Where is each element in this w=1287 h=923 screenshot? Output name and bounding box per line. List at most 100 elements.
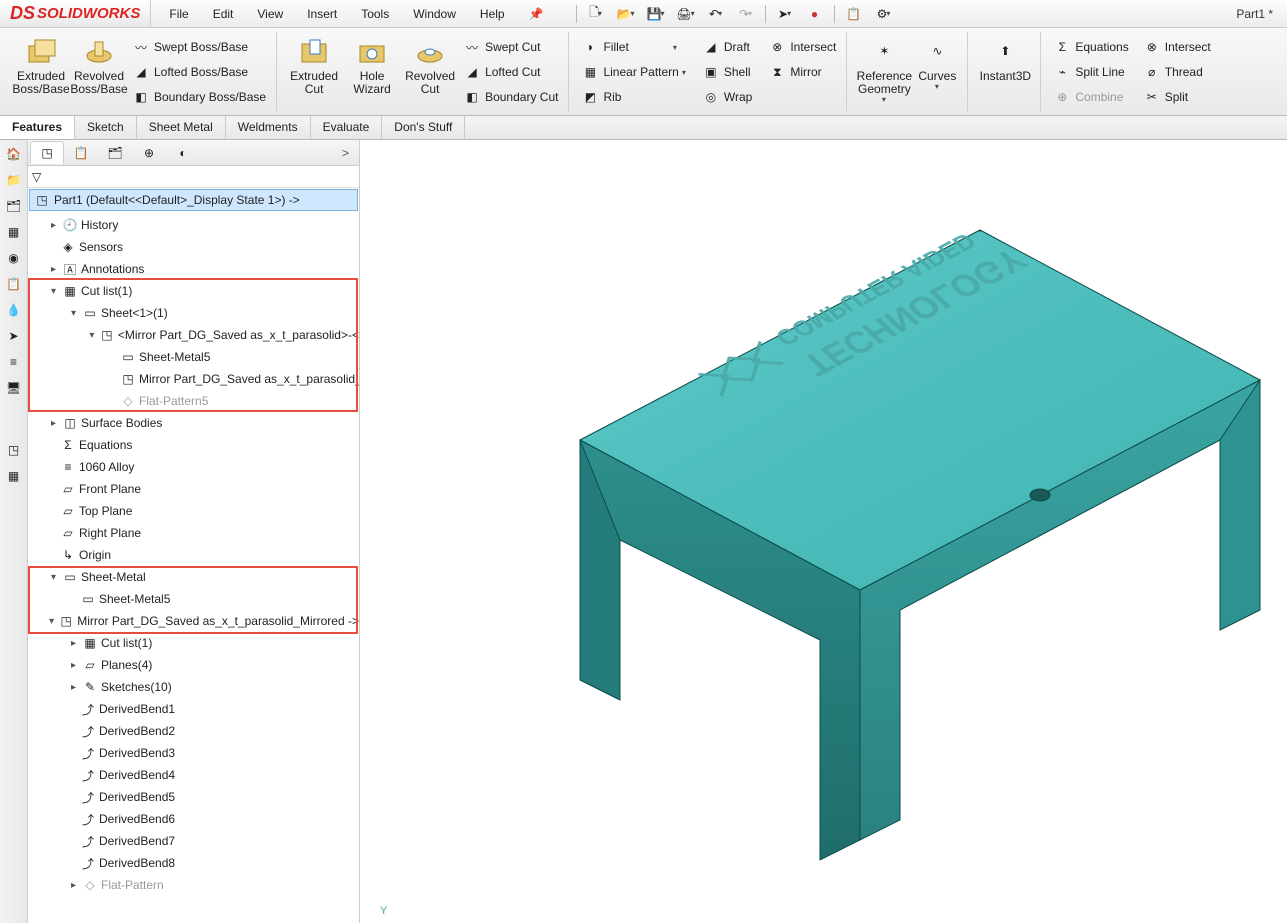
redo-icon[interactable]: ↷▾ <box>733 3 759 25</box>
tree-equations[interactable]: ΣEquations <box>28 434 359 456</box>
tree-root[interactable]: ◳ Part1 (Default<<Default>_Display State… <box>29 189 358 211</box>
print-icon[interactable]: 🖨▾ <box>673 3 699 25</box>
tree-db5[interactable]: ⤴DerivedBend5 <box>28 786 359 808</box>
undo-icon[interactable]: ↶▾ <box>703 3 729 25</box>
tree-tab-feature-icon[interactable]: ◳ <box>30 141 64 164</box>
rib-button[interactable]: ◩Rib <box>577 86 689 108</box>
tree-top-plane[interactable]: ▱Top Plane <box>28 500 359 522</box>
tree-surface-bodies[interactable]: ▸◫Surface Bodies <box>28 412 359 434</box>
tab-weldments[interactable]: Weldments <box>226 116 311 139</box>
ref-geometry-button[interactable]: ✶ Reference Geometry▾ <box>855 34 913 107</box>
tree-mirrorpart2[interactable]: ◳Mirror Part_DG_Saved as_x_t_parasolid_ <box>28 368 359 390</box>
tree-material[interactable]: ≡1060 Alloy <box>28 456 359 478</box>
tree-sheet1[interactable]: ▾▭Sheet<1>(1) <box>28 302 359 324</box>
menu-help[interactable]: Help <box>468 3 517 25</box>
select-icon[interactable]: ➤▾ <box>772 3 798 25</box>
tab-sheet-metal[interactable]: Sheet Metal <box>137 116 226 139</box>
curves-button[interactable]: ∿ Curves▾ <box>913 34 961 94</box>
tree-tab-display-icon[interactable]: ◐ <box>166 141 200 164</box>
menu-window[interactable]: Window <box>401 3 468 25</box>
menu-edit[interactable]: Edit <box>201 3 246 25</box>
save-icon[interactable]: 💾▾ <box>643 3 669 25</box>
tree-tab-dimx-icon[interactable]: ⊕ <box>132 141 166 164</box>
tree-planes4[interactable]: ▸▱Planes(4) <box>28 654 359 676</box>
tree-expand-icon[interactable]: > <box>334 146 357 160</box>
boundary-boss-button[interactable]: ◧Boundary Boss/Base <box>128 86 270 108</box>
tree-flatpat5[interactable]: ◇Flat-Pattern5 <box>28 390 359 412</box>
tree-mirrored[interactable]: ▾◳Mirror Part_DG_Saved as_x_t_parasolid_… <box>28 610 359 632</box>
tree-origin[interactable]: ↳Origin <box>28 544 359 566</box>
tree-right-plane[interactable]: ▱Right Plane <box>28 522 359 544</box>
tree-tab-config-icon[interactable]: 🗂 <box>98 141 132 164</box>
strip-doc-icon[interactable]: 🖥 <box>4 378 24 398</box>
swept-boss-button[interactable]: 〰Swept Boss/Base <box>128 36 270 58</box>
menu-insert[interactable]: Insert <box>295 3 349 25</box>
tree-annotations[interactable]: ▸🄰Annotations <box>28 258 359 280</box>
tree-db2[interactable]: ⤴DerivedBend2 <box>28 720 359 742</box>
rebuild-icon[interactable]: ● <box>802 3 828 25</box>
intersect2-button[interactable]: ⊗Intersect <box>1139 36 1215 58</box>
tree-history[interactable]: ▸🕘History <box>28 214 359 236</box>
tree-sheetmetal5b[interactable]: ▭Sheet-Metal5 <box>28 588 359 610</box>
strip-custom-icon[interactable]: 📋 <box>4 274 24 294</box>
thread-button[interactable]: ⌀Thread <box>1139 61 1215 83</box>
draft-button[interactable]: ◢Draft <box>698 36 756 58</box>
strip-task-icon[interactable]: ≡ <box>4 352 24 372</box>
options-icon[interactable]: 📋 <box>841 3 867 25</box>
new-icon[interactable]: 🗋▾ <box>583 3 609 25</box>
boundary-cut-button[interactable]: ◧Boundary Cut <box>459 86 562 108</box>
strip-assem-icon[interactable]: ▦ <box>4 466 24 486</box>
lofted-cut-button[interactable]: ◢Lofted Cut <box>459 61 562 83</box>
tab-features[interactable]: Features <box>0 116 75 139</box>
open-icon[interactable]: 📂▾ <box>613 3 639 25</box>
intersect-button[interactable]: ⊗Intersect <box>764 36 840 58</box>
strip-forum-icon[interactable]: 💧 <box>4 300 24 320</box>
lofted-boss-button[interactable]: ◢Lofted Boss/Base <box>128 61 270 83</box>
graphics-viewport[interactable]: TECHNOLOGY COMPUTER AIDED Y <box>360 140 1287 923</box>
strip-home-icon[interactable]: 🏠 <box>4 144 24 164</box>
tab-evaluate[interactable]: Evaluate <box>311 116 383 139</box>
tree-db4[interactable]: ⤴DerivedBend4 <box>28 764 359 786</box>
strip-file-expl-icon[interactable]: 🗂 <box>4 196 24 216</box>
tree-cutlist2[interactable]: ▸▦Cut list(1) <box>28 632 359 654</box>
menu-pin-icon[interactable]: 📌 <box>517 3 556 25</box>
linear-pattern-button[interactable]: ▦Linear Pattern▾ <box>577 61 689 83</box>
tree-front-plane[interactable]: ▱Front Plane <box>28 478 359 500</box>
strip-design-lib-icon[interactable]: 📁 <box>4 170 24 190</box>
swept-cut-button[interactable]: 〰Swept Cut <box>459 36 562 58</box>
tree-sheetmetal-folder[interactable]: ▾▭Sheet-Metal <box>28 566 359 588</box>
tab-dons-stuff[interactable]: Don's Stuff <box>382 116 465 139</box>
extruded-boss-button[interactable]: Extruded Boss/Base <box>12 34 70 98</box>
settings-icon[interactable]: ⚙▾ <box>871 3 897 25</box>
tree-db1[interactable]: ⤴DerivedBend1 <box>28 698 359 720</box>
tree-sketches10[interactable]: ▸✎Sketches(10) <box>28 676 359 698</box>
revolved-cut-button[interactable]: Revolved Cut <box>401 34 459 98</box>
tree-cutlist[interactable]: ▾▦Cut list(1) <box>28 280 359 302</box>
tree-flatpattern[interactable]: ▸◇Flat-Pattern <box>28 874 359 896</box>
tree-mirror-long[interactable]: ▾◳<Mirror Part_DG_Saved as_x_t_parasolid… <box>28 324 359 346</box>
instant3d-button[interactable]: ⬆ Instant3D <box>976 34 1034 85</box>
fillet-button[interactable]: ◗Fillet▾ <box>577 36 689 58</box>
split-button[interactable]: ✂Split <box>1139 86 1215 108</box>
mirror-button[interactable]: ⧗Mirror <box>764 61 840 83</box>
wrap-button[interactable]: ◎Wrap <box>698 86 756 108</box>
tree-sensors[interactable]: ◈Sensors <box>28 236 359 258</box>
strip-sel-icon[interactable]: ➤ <box>4 326 24 346</box>
menu-view[interactable]: View <box>245 3 295 25</box>
menu-file[interactable]: File <box>157 3 200 25</box>
menu-tools[interactable]: Tools <box>349 3 401 25</box>
extruded-cut-button[interactable]: Extruded Cut <box>285 34 343 98</box>
tree-filter-bar[interactable]: ▽ <box>28 166 359 188</box>
tree-sheetmetal5[interactable]: ▭Sheet-Metal5 <box>28 346 359 368</box>
tree-db8[interactable]: ⤴DerivedBend8 <box>28 852 359 874</box>
strip-part-icon[interactable]: ◳ <box>4 440 24 460</box>
tree-tab-prop-icon[interactable]: 📋 <box>64 141 98 164</box>
tab-sketch[interactable]: Sketch <box>75 116 137 139</box>
equations-button[interactable]: ΣEquations <box>1049 36 1132 58</box>
hole-wizard-button[interactable]: Hole Wizard <box>343 34 401 98</box>
revolved-boss-button[interactable]: Revolved Boss/Base <box>70 34 128 98</box>
strip-appear-icon[interactable]: ◉ <box>4 248 24 268</box>
split-line-button[interactable]: ⌁Split Line <box>1049 61 1132 83</box>
tree-db3[interactable]: ⤴DerivedBend3 <box>28 742 359 764</box>
strip-view-pal-icon[interactable]: ▦ <box>4 222 24 242</box>
